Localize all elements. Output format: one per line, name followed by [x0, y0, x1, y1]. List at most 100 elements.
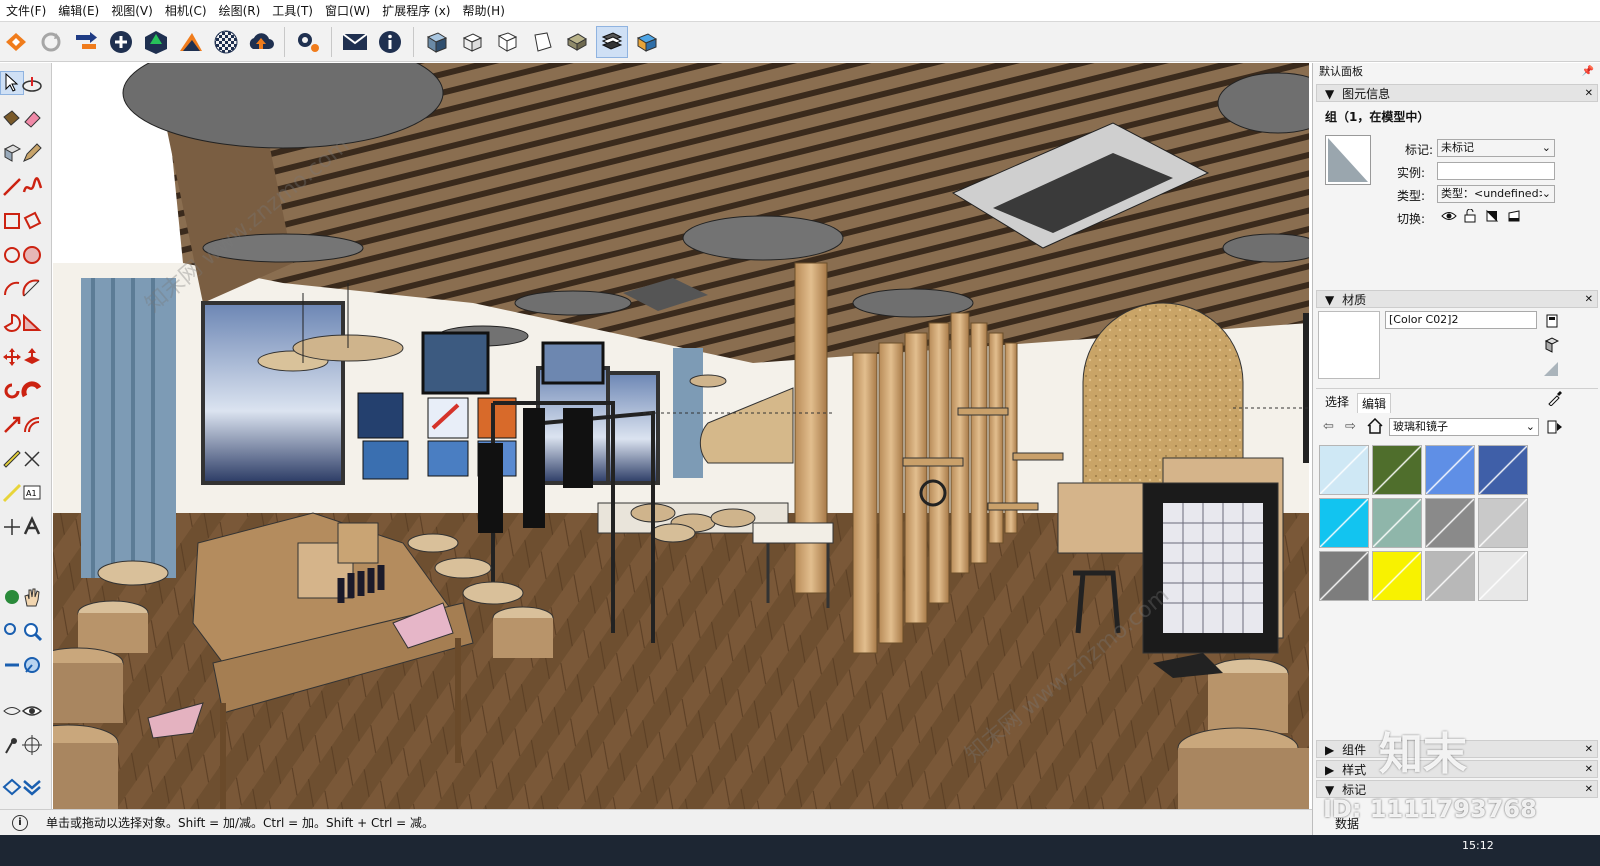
close-icon[interactable]: ✕	[1585, 741, 1593, 759]
material-swatch[interactable]	[1319, 445, 1369, 495]
material-swatch[interactable]	[1319, 498, 1369, 548]
materials-header[interactable]: ▼ 材质 ✕	[1316, 290, 1598, 308]
library-value: 玻璃和镜子	[1393, 420, 1448, 433]
material-swatch[interactable]	[1319, 551, 1369, 601]
freehand-icon[interactable]	[20, 175, 44, 199]
stamp-icon[interactable]	[20, 775, 44, 799]
extension-icon[interactable]	[70, 26, 102, 58]
warehouse-icon[interactable]	[0, 26, 32, 58]
receive-shadow-icon[interactable]	[1507, 209, 1521, 226]
type-select[interactable]: 类型：<undefined> ⌄	[1437, 185, 1555, 203]
iso-view-icon[interactable]	[421, 26, 453, 58]
styles-title: 样式	[1342, 763, 1367, 777]
eye-icon[interactable]	[20, 699, 44, 723]
close-icon[interactable]: ✕	[1585, 85, 1593, 103]
checker-icon[interactable]	[210, 26, 242, 58]
model-viewport[interactable]: 知末网 www.znzmo.com 知末网 www.znzmo.com	[53, 63, 1309, 809]
tag-select[interactable]: 未标记 ⌄	[1437, 139, 1555, 157]
rotated-rectangle-icon[interactable]	[20, 209, 44, 233]
toggle-label: 切换:	[1397, 212, 1426, 226]
create-material-icon[interactable]	[1543, 337, 1560, 356]
menu-edit[interactable]: 编辑(E)	[52, 0, 105, 22]
save-material-icon[interactable]	[1545, 313, 1559, 332]
scene-render: 知末网 www.znzmo.com 知末网 www.znzmo.com	[53, 63, 1309, 809]
cast-shadow-icon[interactable]	[1485, 209, 1499, 226]
previous-view-icon[interactable]	[20, 653, 44, 677]
eraser-icon[interactable]	[20, 107, 44, 131]
type-label: 类型:	[1397, 189, 1426, 203]
top-view-icon[interactable]	[456, 26, 488, 58]
material-swatch[interactable]	[1478, 498, 1528, 548]
menu-file[interactable]: 文件(F)	[0, 0, 52, 22]
back-view-icon[interactable]	[561, 26, 593, 58]
layers-icon[interactable]	[175, 26, 207, 58]
svg-text:A1: A1	[26, 489, 37, 498]
front-view-icon[interactable]	[491, 26, 523, 58]
forward-arrow-icon[interactable]: ⇨	[1345, 419, 1356, 434]
material-swatch[interactable]	[1478, 445, 1528, 495]
material-swatch[interactable]	[1425, 498, 1475, 548]
tray-title-text: 默认面板	[1319, 65, 1363, 78]
3d-text-icon[interactable]	[20, 515, 44, 539]
entity-info-header[interactable]: ▼ 图元信息 ✕	[1316, 84, 1598, 102]
menu-extensions[interactable]: 扩展程序 (x)	[376, 0, 456, 22]
dimension-icon[interactable]	[20, 447, 44, 471]
material-swatch[interactable]	[1478, 551, 1528, 601]
material-swatch[interactable]	[1425, 445, 1475, 495]
three-point-arc-icon[interactable]	[20, 311, 44, 335]
chevron-down-icon: ⌄	[1541, 186, 1551, 202]
pencil-icon[interactable]	[20, 141, 44, 165]
material-swatch[interactable]	[1372, 498, 1422, 548]
section-plane-icon[interactable]	[20, 733, 44, 757]
tab-select[interactable]: 选择	[1321, 393, 1353, 410]
menu-view[interactable]: 视图(V)	[105, 0, 159, 22]
materials-title: 材质	[1342, 293, 1367, 307]
zoom-window-icon[interactable]	[20, 619, 44, 643]
pin-icon[interactable]: 📌	[1582, 63, 1594, 81]
instance-input[interactable]	[1437, 162, 1555, 180]
info-icon[interactable]: i	[12, 814, 28, 831]
back-arrow-icon[interactable]: ⇦	[1323, 419, 1334, 434]
sample-paint-icon[interactable]	[1543, 361, 1559, 380]
polygon-icon[interactable]	[20, 243, 44, 267]
menu-camera[interactable]: 相机(C)	[159, 0, 213, 22]
tab-edit[interactable]: 编辑	[1357, 393, 1392, 413]
eyedropper-icon[interactable]	[1547, 390, 1563, 409]
right-view-icon[interactable]	[526, 26, 558, 58]
menu-tools[interactable]: 工具(T)	[266, 0, 319, 22]
mail-icon[interactable]	[339, 26, 371, 58]
lock-icon[interactable]	[1463, 208, 1477, 226]
cloud-upload-icon[interactable]	[245, 26, 277, 58]
library-select[interactable]: 玻璃和镜子 ⌄	[1389, 418, 1539, 436]
pan-hand-icon[interactable]	[20, 585, 44, 609]
gears-icon[interactable]	[292, 26, 324, 58]
orbit-tool-icon[interactable]	[20, 73, 44, 97]
material-name-input[interactable]: [Color C02]2	[1385, 311, 1537, 329]
text-tool-icon[interactable]: A1	[20, 481, 44, 505]
follow-me-icon[interactable]	[20, 379, 44, 403]
close-icon[interactable]: ✕	[1585, 781, 1593, 799]
tree-icon[interactable]	[140, 26, 172, 58]
close-icon[interactable]: ✕	[1585, 761, 1593, 779]
watermark-brand: 知末	[1379, 729, 1467, 780]
visibility-eye-icon[interactable]	[1441, 209, 1457, 226]
material-swatch[interactable]	[1372, 551, 1422, 601]
clock[interactable]: 15:12	[1462, 839, 1494, 852]
material-swatch[interactable]	[1425, 551, 1475, 601]
close-icon[interactable]: ✕	[1585, 291, 1593, 309]
two-point-arc-icon[interactable]	[20, 277, 44, 301]
sync-icon[interactable]	[35, 26, 67, 58]
left-view-icon[interactable]	[596, 25, 628, 58]
details-icon[interactable]	[1547, 419, 1563, 438]
info-icon[interactable]	[374, 26, 406, 58]
offset-icon[interactable]	[20, 413, 44, 437]
menu-help[interactable]: 帮助(H)	[456, 0, 510, 22]
menu-draw[interactable]: 绘图(R)	[213, 0, 267, 22]
toolbar-separator	[331, 26, 332, 57]
material-swatch[interactable]	[1372, 445, 1422, 495]
bottom-view-icon[interactable]	[631, 26, 663, 58]
home-icon[interactable]	[1367, 417, 1383, 437]
add-icon[interactable]	[105, 26, 137, 58]
push-pull-icon[interactable]	[20, 345, 44, 369]
menu-window[interactable]: 窗口(W)	[319, 0, 376, 22]
